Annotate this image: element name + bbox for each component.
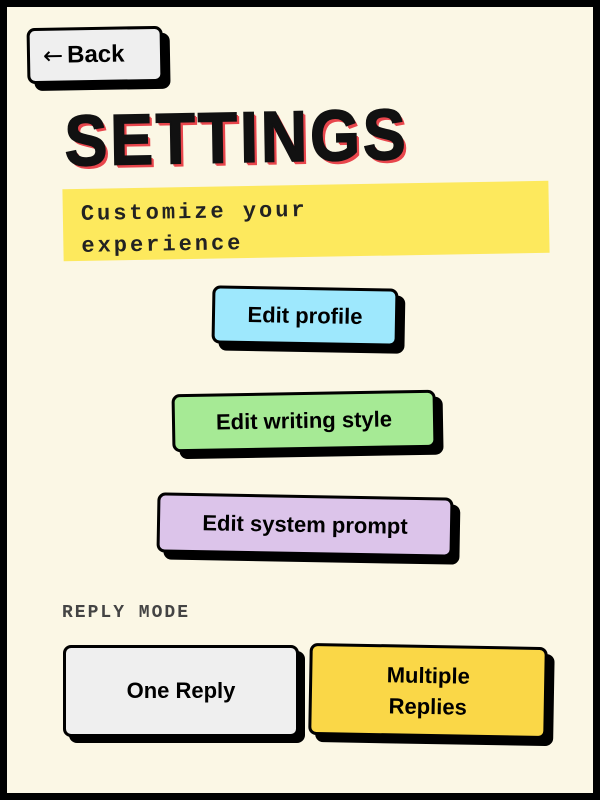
edit-system-prompt-button[interactable]: Edit system prompt	[156, 492, 454, 558]
edit-profile-label: Edit profile	[247, 301, 363, 330]
page-title: SETTINGS	[63, 93, 410, 182]
one-reply-option[interactable]: One Reply	[63, 645, 299, 737]
multiple-replies-line-1: Multiple	[386, 662, 471, 689]
edit-profile-button[interactable]: Edit profile	[211, 285, 399, 347]
one-reply-label: One Reply	[126, 678, 236, 703]
left-arrow-icon: ←	[42, 41, 64, 70]
multiple-replies-line-2: Replies	[388, 693, 468, 720]
page-subtitle: Customize your experience	[62, 180, 550, 262]
edit-writing-style-label: Edit writing style	[215, 406, 393, 435]
back-button[interactable]: ← Back	[26, 25, 164, 85]
reply-mode-label: REPLY MODE	[62, 603, 191, 623]
multiple-replies-option[interactable]: Multiple Replies	[308, 642, 548, 740]
settings-screen: ← Back SETTINGS Customize your experienc…	[0, 0, 600, 800]
edit-system-prompt-label: Edit system prompt	[202, 510, 408, 539]
back-button-label: Back	[66, 40, 125, 69]
subtitle-line-2: experience	[81, 231, 244, 259]
edit-writing-style-button[interactable]: Edit writing style	[171, 389, 437, 453]
